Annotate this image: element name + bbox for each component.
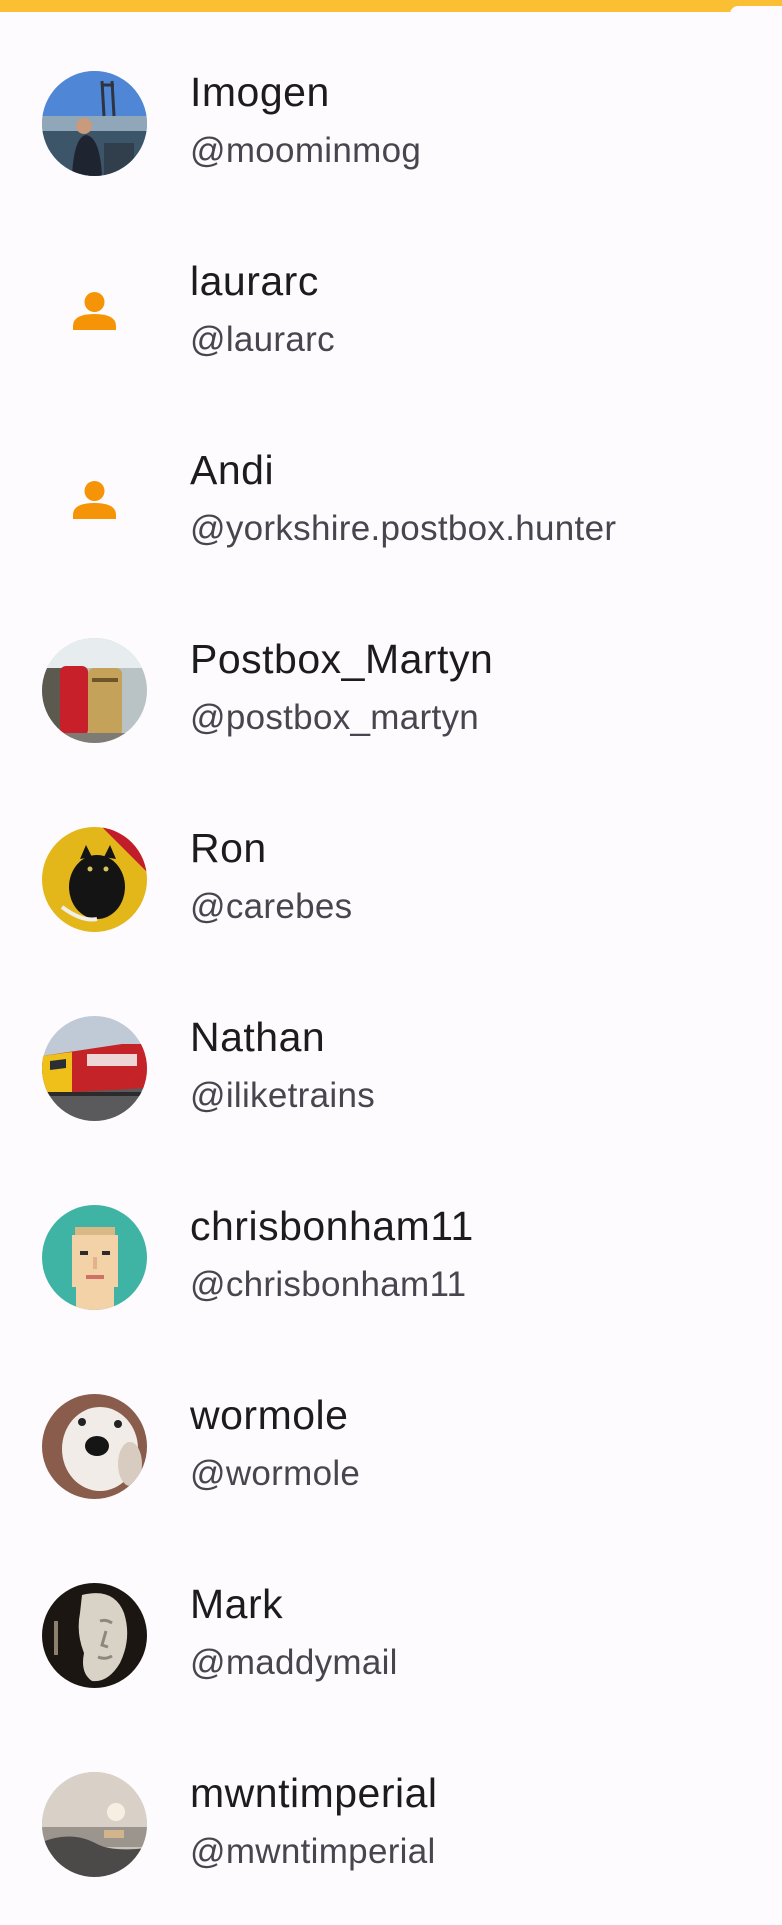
avatar [42,638,147,743]
display-name: Mark [190,1581,284,1627]
avatar [42,1772,147,1877]
user-handle: @iliketrains [190,1076,376,1115]
postbox-photo-icon [42,638,147,743]
user-handle: @wormole [190,1454,361,1493]
user-list-item[interactable]: Nathan @iliketrains [0,980,782,1169]
user-handle: @maddymail [190,1643,398,1682]
user-handle: @moominmog [190,131,422,170]
display-name: Ron [190,825,267,871]
person-icon [73,292,116,330]
display-name: chrisbonham11 [190,1203,474,1249]
user-list: Imogen @moominmog laurarc @laurarc Andi … [0,35,782,1925]
display-name: Andi [190,447,275,493]
top-bar-notch [730,6,782,16]
display-name: wormole [190,1392,349,1438]
user-photo-icon [42,71,147,176]
display-name: Postbox_Martyn [190,636,494,682]
display-name: Nathan [190,1014,326,1060]
top-accent-bar [0,0,782,12]
avatar [42,71,147,176]
user-list-item[interactable]: Mark @maddymail [0,1547,782,1736]
user-handle: @postbox_martyn [190,698,480,737]
avatar [42,1583,147,1688]
user-handle: @laurarc [190,320,335,359]
display-name: laurarc [190,258,319,304]
user-list-item[interactable]: Postbox_Martyn @postbox_martyn [0,602,782,791]
avatar [42,827,147,932]
user-list-item[interactable]: Ron @carebes [0,791,782,980]
cat-photo-icon [42,827,147,932]
user-list-item[interactable]: mwntimperial @mwntimperial [0,1736,782,1925]
avatar [42,1205,147,1310]
user-handle: @yorkshire.postbox.hunter [190,509,617,548]
dog-photo-icon [42,1394,147,1499]
user-list-item[interactable]: Imogen @moominmog [0,35,782,224]
user-list-item[interactable]: wormole @wormole [0,1358,782,1547]
person-icon [73,481,116,519]
avatar [42,260,147,365]
statue-photo-icon [42,1583,147,1688]
user-list-item[interactable]: chrisbonham11 @chrisbonham11 [0,1169,782,1358]
user-handle: @carebes [190,887,353,926]
coast-photo-icon [42,1772,147,1877]
avatar [42,1016,147,1121]
user-handle: @chrisbonham11 [190,1265,467,1304]
display-name: Imogen [190,69,330,115]
display-name: mwntimperial [190,1770,438,1816]
train-photo-icon [42,1016,147,1121]
user-list-item[interactable]: Andi @yorkshire.postbox.hunter [0,413,782,602]
avatar [42,1394,147,1499]
user-list-item[interactable]: laurarc @laurarc [0,224,782,413]
user-handle: @mwntimperial [190,1832,436,1871]
avatar [42,449,147,554]
pixel-portrait-icon [42,1205,147,1310]
